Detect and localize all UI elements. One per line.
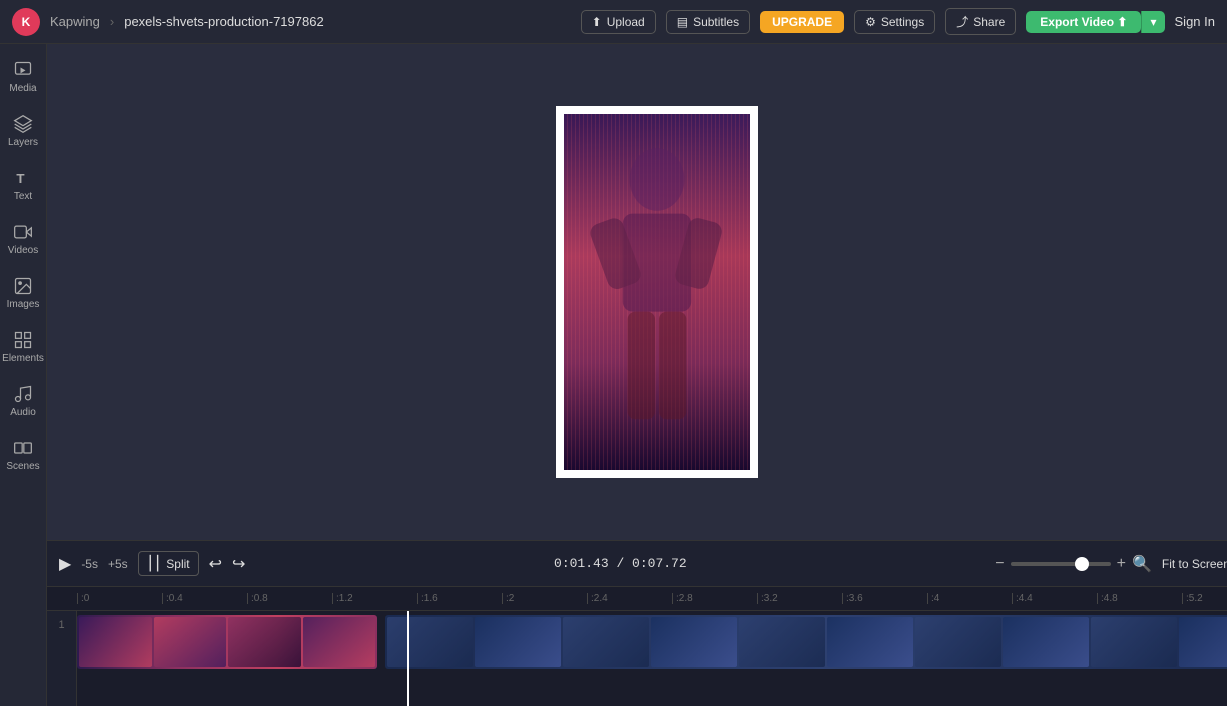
signin-button[interactable]: Sign In xyxy=(1175,14,1215,29)
brand-logo: K xyxy=(12,8,40,36)
export-icon: ⬆ xyxy=(1117,15,1127,29)
videos-icon xyxy=(13,222,33,242)
track-content[interactable] xyxy=(77,611,1227,706)
share-button[interactable]: ⤴ Share xyxy=(945,8,1016,35)
skip-back-button[interactable]: -5s xyxy=(81,557,98,571)
skip-forward-button[interactable]: +5s xyxy=(108,557,128,571)
center-panel: ▶ -5s +5s ⎮⎮ Split ↩ ↪ 0:01.43 / 0:07.72… xyxy=(47,44,1227,706)
nav-separator: › xyxy=(110,14,114,29)
elements-icon xyxy=(13,330,33,350)
ruler-mark: :2 xyxy=(502,593,587,604)
sidebar-item-images[interactable]: Images xyxy=(0,268,46,318)
video-inner xyxy=(564,114,750,470)
sidebar-item-audio[interactable]: Audio xyxy=(0,376,46,426)
text-icon: T xyxy=(13,168,33,188)
sidebar-item-videos[interactable]: Videos xyxy=(0,214,46,264)
timeline-ruler: :0 :0.4 :0.8 :1.2 :1.6 :2 :2.4 :2.8 :3.2… xyxy=(47,587,1227,611)
export-dropdown-button[interactable]: ▾ xyxy=(1141,11,1164,33)
upload-button[interactable]: ⬆ Upload xyxy=(581,10,656,34)
ruler-mark: :3.2 xyxy=(757,593,842,604)
zoom-in-button[interactable]: + xyxy=(1117,555,1126,573)
ruler-mark: :3.6 xyxy=(842,593,927,604)
play-button[interactable]: ▶ xyxy=(59,554,71,574)
video-frame xyxy=(562,112,752,472)
track-segment-2[interactable] xyxy=(385,615,1227,669)
playhead[interactable] xyxy=(407,611,409,706)
fit-to-screen-button[interactable]: Fit to Screen xyxy=(1162,557,1227,571)
ruler-mark: :1.6 xyxy=(417,593,502,604)
video-padding xyxy=(556,106,758,478)
upload-icon: ⬆ xyxy=(592,15,602,29)
images-icon xyxy=(13,276,33,296)
gear-icon: ⚙ xyxy=(865,15,876,29)
zoom-out-button[interactable]: − xyxy=(995,555,1004,573)
project-name: pexels-shvets-production-7197862 xyxy=(124,14,323,29)
zoom-slider[interactable] xyxy=(1011,562,1111,566)
redo-button[interactable]: ↪ xyxy=(232,554,245,574)
sidebar-item-scenes[interactable]: Scenes xyxy=(0,430,46,480)
ruler-mark: :0.4 xyxy=(162,593,247,604)
track-segment-1[interactable] xyxy=(77,615,377,669)
ruler-mark: :2.4 xyxy=(587,593,672,604)
audio-icon xyxy=(13,384,33,404)
main-layout: Media Layers T Text Videos Images Elemen… xyxy=(0,44,1227,706)
search-zoom-icon: 🔍 xyxy=(1132,554,1152,574)
undo-button[interactable]: ↩ xyxy=(209,554,222,574)
settings-button[interactable]: ⚙ Settings xyxy=(854,10,935,34)
timeline-tracks: 1 xyxy=(47,611,1227,706)
svg-text:T: T xyxy=(16,171,24,186)
timeline-area: :0 :0.4 :0.8 :1.2 :1.6 :2 :2.4 :2.8 :3.2… xyxy=(47,586,1227,706)
ruler-mark: :4.4 xyxy=(1012,593,1097,604)
track-label: 1 xyxy=(47,611,77,706)
split-button[interactable]: ⎮⎮ Split xyxy=(138,551,199,576)
layers-icon xyxy=(13,114,33,134)
brand-name: Kapwing xyxy=(50,14,100,29)
subtitles-button[interactable]: ▤ Subtitles xyxy=(666,10,750,34)
media-icon xyxy=(13,60,33,80)
export-button[interactable]: Export Video ⬆ xyxy=(1026,11,1141,33)
subtitles-icon: ▤ xyxy=(677,15,688,29)
zoom-controls: − + 🔍 xyxy=(995,554,1152,574)
ruler-mark: :1.2 xyxy=(332,593,417,604)
ruler-mark: :5.2 xyxy=(1182,593,1227,604)
transport-bar: ▶ -5s +5s ⎮⎮ Split ↩ ↪ 0:01.43 / 0:07.72… xyxy=(47,540,1227,586)
scenes-icon xyxy=(13,438,33,458)
export-group: Export Video ⬆ ▾ xyxy=(1026,11,1164,33)
sidebar-item-elements[interactable]: Elements xyxy=(0,322,46,372)
ruler-mark: :0.8 xyxy=(247,593,332,604)
video-track-row xyxy=(77,615,1227,675)
timecode-display: 0:01.43 / 0:07.72 xyxy=(255,556,985,571)
split-icon: ⎮⎮ xyxy=(147,555,162,572)
sidebar-item-layers[interactable]: Layers xyxy=(0,106,46,156)
ruler-mark: :4.8 xyxy=(1097,593,1182,604)
share-icon: ⤴ xyxy=(956,13,968,30)
top-navigation: K Kapwing › pexels-shvets-production-719… xyxy=(0,0,1227,44)
video-preview xyxy=(556,106,758,478)
sidebar-item-text[interactable]: T Text xyxy=(0,160,46,210)
person-silhouette xyxy=(564,114,750,470)
upgrade-button[interactable]: UPGRADE xyxy=(760,11,844,33)
ruler-mark: :4 xyxy=(927,593,1012,604)
ruler-mark: :2.8 xyxy=(672,593,757,604)
ruler-mark: :0 xyxy=(77,593,162,604)
sidebar-item-media[interactable]: Media xyxy=(0,52,46,102)
ruler-marks: :0 :0.4 :0.8 :1.2 :1.6 :2 :2.4 :2.8 :3.2… xyxy=(77,593,1227,604)
left-sidebar: Media Layers T Text Videos Images Elemen… xyxy=(0,44,47,706)
canvas-area xyxy=(47,44,1227,540)
